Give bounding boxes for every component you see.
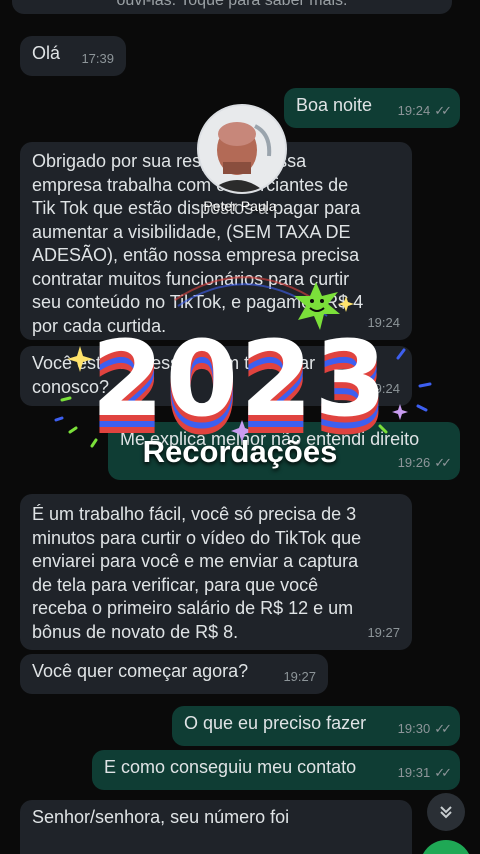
chevrons-down-icon xyxy=(440,806,452,819)
scroll-down-button[interactable] xyxy=(427,793,465,831)
message-bubble[interactable]: Senhor/senhora, seu número foi xyxy=(20,800,412,854)
message-time: 19:27 xyxy=(283,668,316,684)
compose-button[interactable] xyxy=(420,840,472,854)
message-bubble[interactable]: Me explica melhor não entendi direito 19… xyxy=(108,422,460,480)
message-time: 19:30 ✓✓ xyxy=(398,717,452,741)
message-time: 19:24 ✓✓ xyxy=(398,99,452,123)
message-bubble[interactable]: Você está interessado em trabalhar conos… xyxy=(20,346,412,406)
message-bubble[interactable]: Você quer começar agora? 19:27 xyxy=(20,654,328,694)
system-message[interactable]: ouvi-las. Toque para saber mais. xyxy=(12,0,452,14)
double-check-icon: ✓✓ xyxy=(434,720,452,736)
message-time: 17:39 xyxy=(81,50,114,66)
message-bubble[interactable]: Obrigado por sua resposta. Nossa empresa… xyxy=(20,142,412,340)
message-time: 19:26 ✓✓ xyxy=(398,451,452,475)
double-check-icon: ✓✓ xyxy=(434,102,452,118)
message-text: É um trabalho fácil, você só precisa de … xyxy=(32,504,362,642)
message-time: 19:31 ✓✓ xyxy=(398,761,452,785)
message-text: Senhor/senhora, seu número foi xyxy=(32,807,290,827)
message-text: Me explica melhor não entendi direito xyxy=(120,429,420,449)
double-check-icon: ✓✓ xyxy=(434,764,452,780)
chat-view: ouvi-las. Toque para saber mais. Olá 17:… xyxy=(0,0,480,854)
message-text: Você quer começar agora? xyxy=(32,661,249,681)
message-text: Obrigado por sua resposta. Nossa empresa… xyxy=(32,151,364,336)
system-message-text: ouvi-las. Toque para saber mais. xyxy=(116,0,348,9)
message-bubble[interactable]: Olá 17:39 xyxy=(20,36,126,76)
message-bubble[interactable]: É um trabalho fácil, você só precisa de … xyxy=(20,494,412,650)
message-text: E como conseguiu meu contato xyxy=(104,757,357,777)
double-check-icon: ✓✓ xyxy=(434,454,452,470)
message-bubble[interactable]: O que eu preciso fazer 19:30 ✓✓ xyxy=(172,706,460,746)
message-bubble[interactable]: E como conseguiu meu contato 19:31 ✓✓ xyxy=(92,750,460,790)
message-bubble[interactable]: Boa noite 19:24 ✓✓ xyxy=(284,88,460,128)
message-time: 19:24 xyxy=(367,380,400,396)
message-text: Você está interessado em trabalhar conos… xyxy=(32,353,316,397)
message-time: 19:27 xyxy=(367,624,400,640)
message-time: 19:24 xyxy=(367,314,400,330)
